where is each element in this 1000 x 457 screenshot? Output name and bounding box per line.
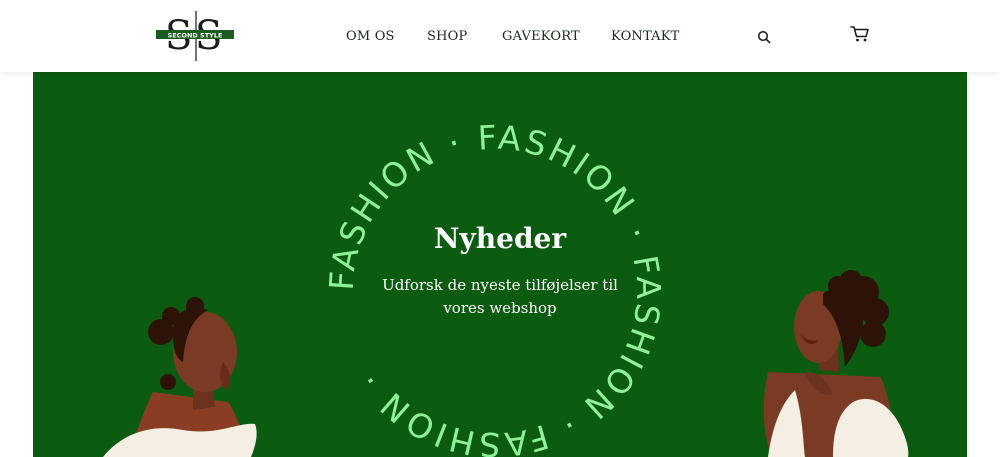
nav-om-os[interactable]: OM OS xyxy=(346,29,395,45)
second-style-logo: S S SECOND STYLE xyxy=(156,11,234,61)
hero-subtitle-line-2: vores webshop xyxy=(443,299,557,317)
logo-text: SECOND STYLE xyxy=(168,32,223,40)
hero-subtitle: Udforsk de nyeste tilføjelser til vores … xyxy=(355,274,645,320)
nav-gavekort[interactable]: GAVEKORT xyxy=(502,29,580,45)
cart-icon[interactable] xyxy=(850,25,870,47)
hero-banner: FASHION · FASHION · FASHION · FASHION · xyxy=(33,72,967,457)
nav-kontakt[interactable]: KONTAKT xyxy=(611,29,680,45)
hero-subtitle-line-1: Udforsk de nyeste tilføjelser til xyxy=(382,276,618,294)
hero-illustration: FASHION · FASHION · FASHION · FASHION · xyxy=(103,118,909,457)
site-header: S S SECOND STYLE OM OS SHOP GAVEKORT KON… xyxy=(0,0,1000,72)
left-woman-illustration xyxy=(103,297,257,457)
hero-title: Nyheder xyxy=(433,222,567,255)
search-icon[interactable] xyxy=(757,29,771,48)
nav-shop[interactable]: SHOP xyxy=(427,29,467,45)
logo-link[interactable]: S S SECOND STYLE xyxy=(156,9,236,63)
right-woman-illustration xyxy=(763,270,909,457)
